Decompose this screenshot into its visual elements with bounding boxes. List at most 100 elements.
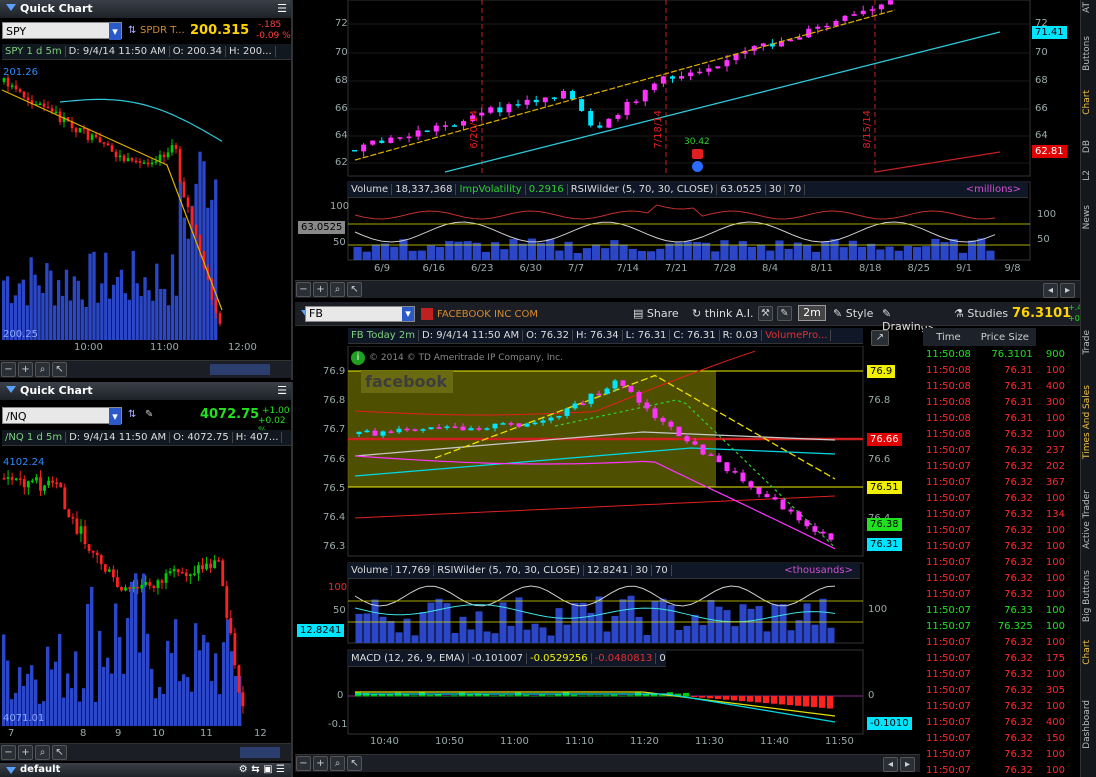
dividend-icon[interactable] <box>692 161 703 172</box>
cursor-icon[interactable]: ↖ <box>347 756 362 771</box>
zoom-out-icon[interactable]: − <box>296 756 311 771</box>
settings-icon[interactable]: ⚙ ⇆ ▣ ☰ <box>239 763 285 777</box>
tns-row[interactable]: 11:50:07 76.32 100 <box>923 538 1068 554</box>
tns-row[interactable]: 11:50:07 76.32 175 <box>923 650 1068 666</box>
zoom-in-icon[interactable]: + <box>18 745 33 760</box>
zoom-out-icon[interactable]: − <box>296 282 311 297</box>
scroll-arrows[interactable]: ◂ ▸ <box>882 756 916 773</box>
sidebar-tab-chart[interactable]: Chart <box>1082 640 1096 665</box>
tns-row[interactable]: 11:50:08 76.31 100 <box>923 410 1068 426</box>
zoom-in-icon[interactable]: + <box>313 282 328 297</box>
link-icon[interactable]: ⇅ <box>128 25 136 36</box>
alert-icon[interactable] <box>421 308 433 320</box>
tns-row[interactable]: 11:50:07 76.32 237 <box>923 442 1068 458</box>
symbol-box[interactable]: FB ▾ <box>305 306 415 322</box>
zoom-in-icon[interactable]: + <box>18 362 33 377</box>
tns-row[interactable]: 11:50:07 76.32 100 <box>923 490 1068 506</box>
symbol-box[interactable]: SPY ▾ <box>2 22 122 40</box>
time-tick: 10:00 <box>74 342 103 353</box>
think-ai-button[interactable]: ↻ think A.I. <box>692 307 753 320</box>
magnifier-icon[interactable]: ⌕ <box>35 362 50 377</box>
tns-row[interactable]: 11:50:07 76.32 367 <box>923 474 1068 490</box>
tns-time: 11:50:07 <box>926 572 971 584</box>
zoom-out-icon[interactable]: − <box>1 362 16 377</box>
y-tick: 76.3 <box>323 541 346 552</box>
tns-header-time[interactable]: Time <box>923 328 974 346</box>
symbol-input[interactable]: FB <box>309 307 323 320</box>
tns-row[interactable]: 11:50:07 76.32 100 <box>923 554 1068 570</box>
collapse-icon[interactable] <box>6 4 16 11</box>
wrench-icon[interactable]: ✎ <box>777 306 792 321</box>
tns-row[interactable]: 11:50:08 76.3101 900 <box>923 346 1068 362</box>
style-button[interactable]: ✎ Style <box>833 307 873 320</box>
earnings-icon[interactable] <box>692 149 703 159</box>
sidebar-tab-buttons[interactable]: Buttons <box>1082 36 1096 71</box>
link-icon[interactable]: ⇅ <box>128 409 136 420</box>
hammer-icon[interactable]: ⚒ <box>758 306 773 321</box>
collapse-icon[interactable] <box>6 767 16 774</box>
zoom-out-icon[interactable]: − <box>1 745 16 760</box>
sidebar-tab-db[interactable]: DB <box>1082 140 1096 153</box>
magnifier-icon[interactable]: ⌕ <box>330 756 345 771</box>
tns-row[interactable]: 11:50:08 76.32 100 <box>923 426 1068 442</box>
menu-icon[interactable]: ☰ <box>277 0 287 18</box>
scroll-arrows[interactable]: ◂ ▸ <box>1042 282 1076 299</box>
nq-chart-canvas[interactable] <box>0 448 291 726</box>
sidebar-tab-dashboard[interactable]: Dashboard <box>1082 700 1096 749</box>
sidebar-tab-at[interactable]: AT <box>1082 2 1096 13</box>
zoom-in-icon[interactable]: + <box>313 756 328 771</box>
spy-chart-canvas[interactable] <box>0 62 291 340</box>
menu-icon[interactable]: ☰ <box>277 382 287 400</box>
cursor-icon[interactable]: ↖ <box>52 745 67 760</box>
cursor-icon[interactable]: ↖ <box>52 362 67 377</box>
tns-row[interactable]: 11:50:07 76.32 100 <box>923 570 1068 586</box>
fb-chart-canvas[interactable] <box>295 346 920 777</box>
tns-row[interactable]: 11:50:07 76.32 202 <box>923 458 1068 474</box>
tns-row[interactable]: 11:50:07 76.32 100 <box>923 698 1068 714</box>
tns-row[interactable]: 11:50:07 76.32 150 <box>923 730 1068 746</box>
tns-row[interactable]: 11:50:07 76.32 100 <box>923 666 1068 682</box>
sidebar-tab-l2[interactable]: L2 <box>1082 170 1096 181</box>
sidebar-tab-big-buttons[interactable]: Big Buttons <box>1082 570 1096 622</box>
daily-chart-canvas[interactable] <box>295 0 1080 300</box>
tns-row[interactable]: 11:50:07 76.32 100 <box>923 762 1068 777</box>
sidebar-tab-times-and-sales[interactable]: Times And Sales <box>1082 385 1096 459</box>
sidebar-tab-news[interactable]: News <box>1082 205 1096 229</box>
tns-row[interactable]: 11:50:07 76.32 100 <box>923 522 1068 538</box>
info-date: D: 9/4/14 11:50 AM <box>419 330 524 341</box>
timeframe-button[interactable]: 2m <box>798 305 826 321</box>
tns-row[interactable]: 11:50:08 76.31 400 <box>923 378 1068 394</box>
tns-row[interactable]: 11:50:07 76.32 100 <box>923 586 1068 602</box>
sidebar-tab-chart[interactable]: Chart <box>1082 90 1096 115</box>
tns-price: 76.31 <box>1004 380 1033 392</box>
tns-header-price-size[interactable]: Price Size <box>974 328 1036 346</box>
magnifier-icon[interactable]: ⌕ <box>35 745 50 760</box>
horizontal-scrollbar[interactable] <box>240 747 280 758</box>
sidebar-tab-active-trader[interactable]: Active Trader <box>1082 490 1096 549</box>
tns-row[interactable]: 11:50:07 76.32 305 <box>923 682 1068 698</box>
symbol-box[interactable]: /NQ ▾ <box>2 407 122 425</box>
tns-row[interactable]: 11:50:07 76.32 100 <box>923 634 1068 650</box>
tns-row[interactable]: 11:50:07 76.33 100 <box>923 602 1068 618</box>
pencil-icon[interactable]: ✎ <box>145 409 153 420</box>
cursor-icon[interactable]: ↖ <box>347 282 362 297</box>
study-value: 30 <box>632 565 652 576</box>
chart-style-icon[interactable]: ↗ <box>871 330 889 346</box>
info-icon[interactable]: i <box>351 351 365 365</box>
tns-size: 100 <box>1045 524 1065 536</box>
share-button[interactable]: ▤ Share <box>633 307 679 320</box>
tns-row[interactable]: 11:50:08 76.31 300 <box>923 394 1068 410</box>
tns-row[interactable]: 11:50:07 76.32 134 <box>923 506 1068 522</box>
volume-bar <box>827 627 835 643</box>
symbol-input[interactable]: /NQ <box>6 410 27 423</box>
tns-row[interactable]: 11:50:07 76.32 400 <box>923 714 1068 730</box>
collapse-icon[interactable] <box>6 386 16 393</box>
tns-row[interactable]: 11:50:08 76.31 100 <box>923 362 1068 378</box>
tns-row[interactable]: 11:50:07 76.32 100 <box>923 746 1068 762</box>
tns-row[interactable]: 11:50:07 76.325 100 <box>923 618 1068 634</box>
magnifier-icon[interactable]: ⌕ <box>330 282 345 297</box>
studies-button[interactable]: ⚗ Studies <box>954 307 1008 320</box>
symbol-input[interactable]: SPY <box>6 25 26 38</box>
sidebar-tab-trade[interactable]: Trade <box>1082 330 1096 355</box>
horizontal-scrollbar[interactable] <box>210 364 270 375</box>
